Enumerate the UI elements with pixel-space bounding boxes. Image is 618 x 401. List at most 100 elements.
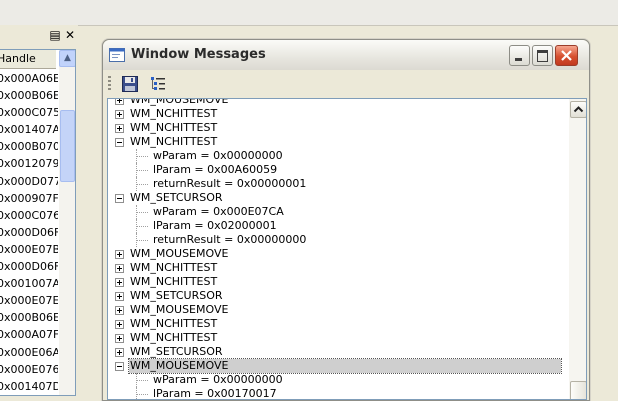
tree-item-label: WM_NCHITTEST xyxy=(130,261,218,274)
messages-tree-scrollbar[interactable] xyxy=(569,99,586,399)
handle-row[interactable]: 0x000A06EE xyxy=(0,70,58,87)
expand-icon[interactable] xyxy=(115,292,124,301)
handle-value: 0x000A07F6 xyxy=(0,328,58,342)
tree-param-item[interactable]: returnResult = 0x00000000 xyxy=(108,233,564,247)
tree-connector xyxy=(136,380,148,381)
tree-item-label: WM_SETCURSOR xyxy=(130,191,223,204)
handle-row[interactable]: 0x000D06F4 xyxy=(0,224,58,241)
tree-message-node[interactable]: WM_NCHITTEST xyxy=(108,107,564,121)
tree-view-icon[interactable] xyxy=(149,75,167,93)
handle-row[interactable]: 0x000E07B4 xyxy=(0,241,58,258)
expand-icon[interactable] xyxy=(115,348,124,357)
tree-message-node[interactable]: WM_NCHITTEST xyxy=(108,317,564,331)
tree-item-label: returnResult = 0x00000001 xyxy=(153,177,307,190)
tree-message-node[interactable]: WM_MOUSEMOVE xyxy=(108,247,564,261)
tree-param-item[interactable]: wParam = 0x00000000 xyxy=(108,373,564,387)
tree-message-node[interactable]: WM_SETCURSOR xyxy=(108,191,564,205)
tree-item-label: lParam = 0x02000001 xyxy=(153,219,277,232)
top-strip xyxy=(0,0,618,26)
window-app-icon xyxy=(109,48,125,62)
handle-value: 0x000D06FC xyxy=(0,260,58,274)
column-header-handle[interactable]: Handle xyxy=(0,50,56,69)
collapse-icon[interactable] xyxy=(115,138,124,147)
handles-list-scrollbar[interactable]: ▲ xyxy=(59,50,75,395)
tree-item-label: lParam = 0x00A60059 xyxy=(153,163,278,176)
tree-message-node[interactable]: WM_NCHITTEST xyxy=(108,275,564,289)
handle-row[interactable]: 0x000E07EC xyxy=(0,292,58,309)
window-messages-window: Window Messages WM_MOUSEMOVE WM_NCHITTES… xyxy=(102,39,590,401)
expand-icon[interactable] xyxy=(115,264,124,273)
scroll-up-arrow-icon[interactable] xyxy=(570,101,586,118)
expand-icon[interactable] xyxy=(115,124,124,133)
tree-param-item[interactable]: lParam = 0x00A60059 xyxy=(108,163,564,177)
handle-row[interactable]: 0x000C0766 xyxy=(0,207,58,224)
tree-item-label: WM_NCHITTEST xyxy=(130,331,218,344)
tree-message-node[interactable]: WM_NCHITTEST xyxy=(108,261,564,275)
handle-value: 0x00120794 xyxy=(0,157,58,171)
scroll-up-arrow-icon[interactable]: ▲ xyxy=(59,50,75,67)
close-button[interactable] xyxy=(555,45,578,66)
handle-row[interactable]: 0x00120794 xyxy=(0,155,58,172)
handle-row[interactable]: 0x000907F4 xyxy=(0,190,58,207)
tree-item-label: WM_MOUSEMOVE xyxy=(130,98,229,106)
expand-icon[interactable] xyxy=(115,250,124,259)
handle-value: 0x001007A8 xyxy=(0,277,58,291)
handle-value: 0x001407D0 xyxy=(0,379,58,393)
tree-message-node[interactable]: WM_NCHITTEST xyxy=(108,331,564,345)
dock-pin-icon[interactable]: ▤ xyxy=(48,28,62,42)
collapse-icon[interactable] xyxy=(115,194,124,203)
handle-row[interactable]: 0x000D06FC xyxy=(0,258,58,275)
tree-message-node[interactable]: WM_SETCURSOR xyxy=(108,345,564,359)
tree-message-node[interactable]: WM_SETCURSOR xyxy=(108,289,564,303)
window-title: Window Messages xyxy=(131,47,266,62)
tree-param-item[interactable]: lParam = 0x02000001 xyxy=(108,219,564,233)
handle-row[interactable]: 0x000D0776 xyxy=(0,173,58,190)
expand-icon[interactable] xyxy=(115,99,124,105)
tree-message-node[interactable]: WM_MOUSEMOVE xyxy=(108,358,564,374)
handle-row[interactable]: 0x001007A8 xyxy=(0,275,58,292)
tree-message-node[interactable]: WM_MOUSEMOVE xyxy=(108,303,564,317)
panel-close-icon[interactable]: ✕ xyxy=(63,28,77,42)
tree-item-label: wParam = 0x00000000 xyxy=(153,373,283,386)
tree-connector xyxy=(136,394,148,395)
tree-message-node[interactable]: WM_NCHITTEST xyxy=(108,135,564,149)
window-titlebar[interactable]: Window Messages xyxy=(103,40,589,70)
messages-tree[interactable]: WM_MOUSEMOVE WM_NCHITTEST WM_NCHITTEST WM_N… xyxy=(107,98,587,400)
expand-icon[interactable] xyxy=(115,320,124,329)
expand-icon[interactable] xyxy=(115,278,124,287)
tree-item-label: WM_MOUSEMOVE xyxy=(128,358,562,374)
tree-message-node[interactable]: WM_NCHITTEST xyxy=(108,121,564,135)
handles-list[interactable]: Handle 0x000A06EE 0x000B06EC 0x000C075C 0x0… xyxy=(0,49,76,396)
handle-value: 0x000E06AC xyxy=(0,345,58,359)
toolbar-grip[interactable] xyxy=(108,76,111,92)
handle-row[interactable]: 0x001407D0 xyxy=(0,378,58,395)
handle-row[interactable]: 0x000E076C xyxy=(0,361,58,378)
handle-row[interactable]: 0x000B06E6 xyxy=(0,309,58,326)
tree-item-label: WM_MOUSEMOVE xyxy=(130,247,229,260)
handle-row[interactable]: 0x000B06EC xyxy=(0,87,58,104)
scroll-thumb[interactable] xyxy=(570,381,586,399)
handle-row[interactable]: 0x000C075C xyxy=(0,104,58,121)
handle-value: 0x000C075C xyxy=(0,106,58,120)
expand-icon[interactable] xyxy=(115,334,124,343)
tree-param-item[interactable]: returnResult = 0x00000001 xyxy=(108,177,564,191)
save-icon[interactable] xyxy=(121,75,139,93)
scroll-thumb[interactable] xyxy=(60,110,75,182)
tree-item-label: WM_NCHITTEST xyxy=(130,317,218,330)
handle-value: 0x000B06E6 xyxy=(0,311,58,325)
handle-value: 0x000E07B4 xyxy=(0,242,58,256)
expand-icon[interactable] xyxy=(115,110,124,119)
handle-row[interactable]: 0x000E06AC xyxy=(0,344,58,361)
tree-item-label: WM_SETCURSOR xyxy=(130,345,223,358)
maximize-button[interactable] xyxy=(532,45,553,66)
expand-icon[interactable] xyxy=(115,306,124,315)
handle-row[interactable]: 0x000B070A xyxy=(0,138,58,155)
handle-row[interactable]: 0x000A07F6 xyxy=(0,326,58,343)
handle-row[interactable]: 0x001407A2 xyxy=(0,121,58,138)
tree-message-node[interactable]: WM_MOUSEMOVE xyxy=(108,98,564,107)
collapse-icon[interactable] xyxy=(115,362,124,371)
tree-param-item[interactable]: wParam = 0x000E07CA xyxy=(108,205,564,219)
tree-param-item[interactable]: wParam = 0x00000000 xyxy=(108,149,564,163)
minimize-button[interactable] xyxy=(509,45,530,66)
handle-value: 0x000B06EC xyxy=(0,89,58,103)
